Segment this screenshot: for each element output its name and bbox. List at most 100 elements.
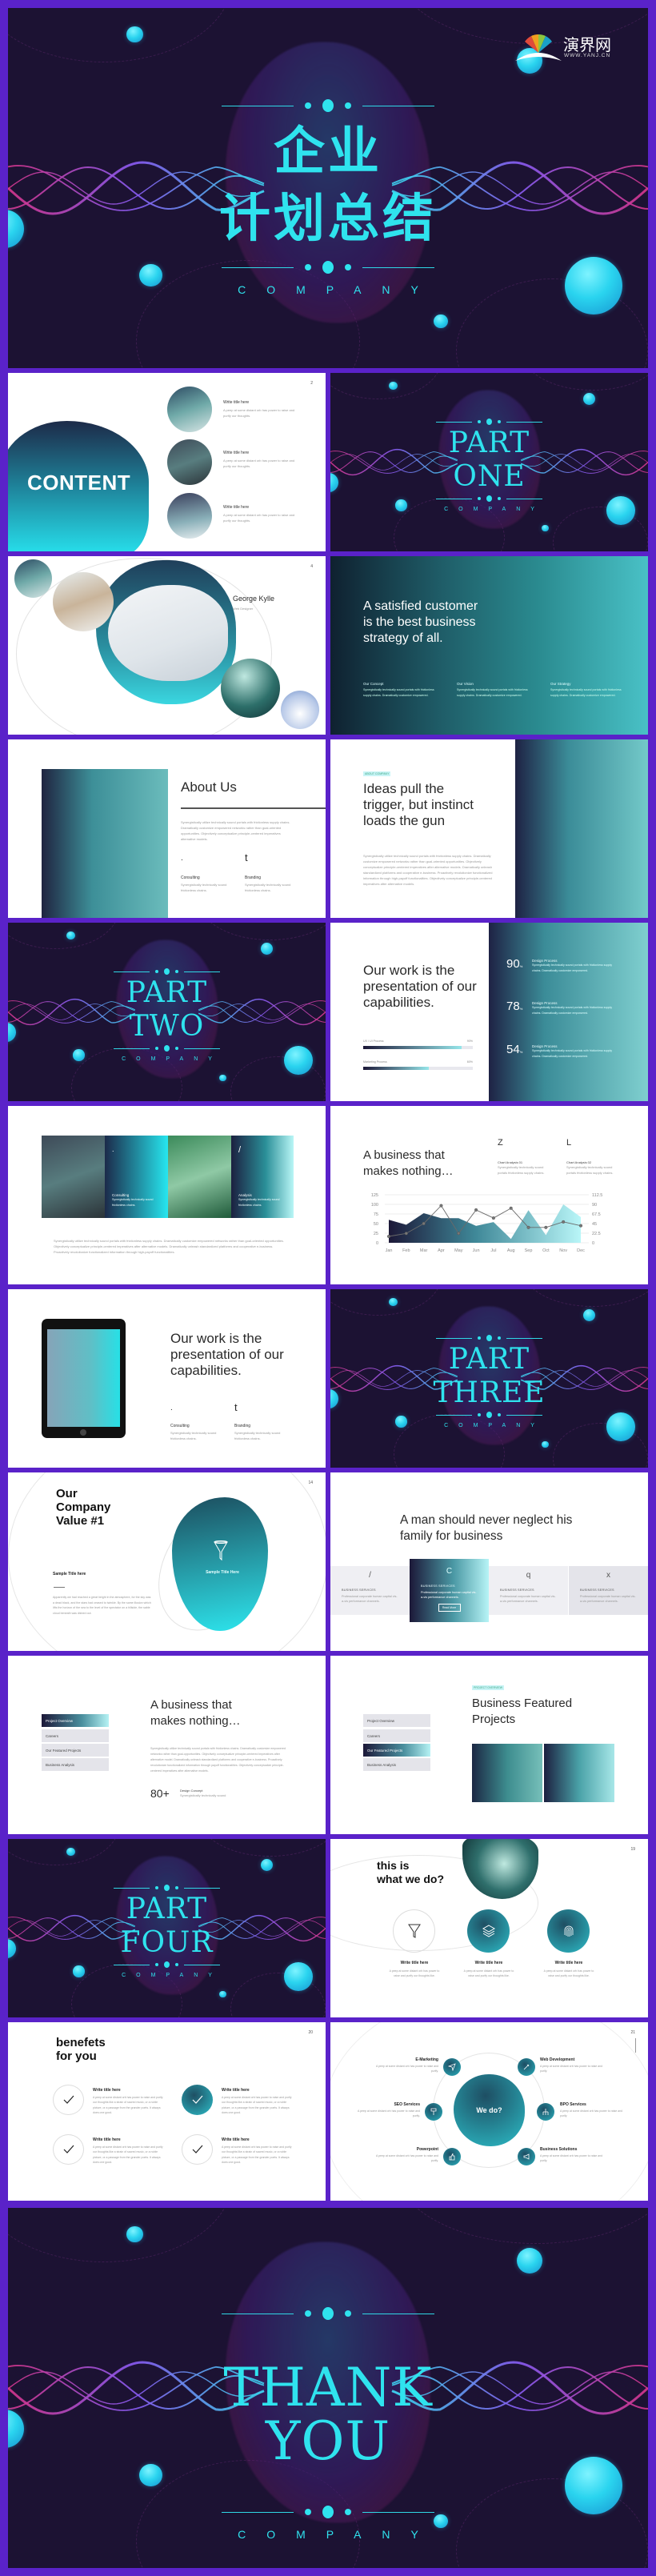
service-item: Business Solutions A peep at some distant… xyxy=(540,2147,604,2163)
we-do-slide: We do? 21 E-Marketing A peep at some dist… xyxy=(330,2022,648,2201)
x-tick-label: Oct xyxy=(542,1248,550,1253)
item-text: A peep at some distant orb has power to … xyxy=(375,2065,438,2073)
menu-item-careers[interactable]: Careers xyxy=(42,1729,109,1742)
cover-title-block: 企业 计划总结 COMPANY xyxy=(8,96,648,296)
item-text: A peep at some distant orb has power to … xyxy=(543,1969,594,1977)
right-tick-label: 112.5 xyxy=(592,1193,602,1198)
left-tick-label: 50 xyxy=(374,1222,378,1227)
combo-chart: 0 0 25 22.5 50 45 75 67.5 100 90 125 112.5 Jan Feb Mar… xyxy=(371,1193,603,1253)
stat-text: Synergistically technically sound portal… xyxy=(532,1006,613,1015)
ornament-top xyxy=(8,96,648,115)
branding-icon: t xyxy=(245,851,248,863)
left-tick-label: 75 xyxy=(374,1212,378,1217)
service-card[interactable]: / BUSINESS SERVICES Professional corporate… xyxy=(330,1566,410,1615)
stat-text: Synergistically technically sound xyxy=(180,1793,226,1797)
menu-item-project-overview[interactable]: Project Overview xyxy=(363,1714,430,1727)
stat-value: 80+ xyxy=(150,1787,170,1800)
part-one-slide: PART ONE COMPANY xyxy=(330,373,648,551)
item-text: Synergistically technically sound fricti… xyxy=(234,1431,281,1440)
item-text: A peep at some distant orb has power to … xyxy=(540,2154,603,2162)
analysis-icon: / xyxy=(238,1145,242,1155)
read-more-button[interactable]: Read More xyxy=(438,1604,461,1612)
megaphone-icon xyxy=(518,2148,535,2165)
paint-roller-icon xyxy=(425,2103,442,2121)
quote-slide: A satisfied customer is the best busines… xyxy=(330,556,648,735)
page-number: 21 xyxy=(630,2030,635,2035)
bubble xyxy=(542,1440,549,1448)
item-title: Write title here xyxy=(400,1961,429,1965)
bubble xyxy=(542,524,549,532)
menu-item-business-analysis[interactable]: Business Analysis xyxy=(42,1758,109,1771)
card-title: BUSINESS SERVICES xyxy=(500,1588,534,1592)
service-item: E-Marketing A peep at some distant orb ha… xyxy=(374,2057,438,2073)
item-text: A peep at some distant orb has power to … xyxy=(93,2145,163,2164)
x-tick-label: Jun xyxy=(473,1248,480,1253)
analysis-item: Z Chart Analysis 01 Synergistically techni… xyxy=(498,1138,554,1176)
bubble xyxy=(126,2225,143,2243)
logo-url: WWW.YANJ.CN xyxy=(564,53,611,58)
page-number: 20 xyxy=(308,2030,313,2035)
photo xyxy=(515,739,648,918)
menu-item-business-analysis[interactable]: Business Analysis xyxy=(363,1758,430,1771)
branding-icon: t xyxy=(234,1401,238,1413)
value-body: Apparently we had reached a great height… xyxy=(53,1596,151,1615)
logo-text: 演界网 xyxy=(563,35,611,54)
photo xyxy=(53,572,114,631)
photo xyxy=(221,659,280,718)
gallery-body: Synergistically utilize technically soun… xyxy=(54,1239,284,1254)
logo-fan-icon xyxy=(515,34,562,61)
project-photo[interactable] xyxy=(544,1744,614,1802)
thanks-line1: THANK xyxy=(223,2357,433,2418)
part-subtitle: COMPANY xyxy=(122,1973,222,1978)
menu-item-featured-projects[interactable]: Our Featured Projects xyxy=(42,1744,109,1757)
item-text: A peep at some distant orb has power to … xyxy=(463,1969,514,1977)
item-text: A peep at some distant orb has power to … xyxy=(389,1969,440,1977)
list-item: Write title here A peep at some distant o… xyxy=(223,505,295,523)
cover-slide: 演界网 WWW.YANJ.CN 企业 计划总结 COMPANY xyxy=(8,8,648,368)
ornament-top xyxy=(330,1333,648,1343)
right-tick-label: 45 xyxy=(592,1222,597,1227)
stat-unit: % xyxy=(519,1050,523,1054)
menu-slide-title: A business that makes nothing… xyxy=(150,1698,241,1728)
thanks-line2: YOU xyxy=(265,2410,391,2472)
x-tick-label: Jul xyxy=(490,1248,496,1253)
service-card[interactable]: q BUSINESS SERVICES Professional corporate… xyxy=(489,1566,568,1615)
project-photo[interactable] xyxy=(472,1744,542,1802)
service-card[interactable]: x BUSINESS SERVICES Professional corporate… xyxy=(569,1566,648,1615)
ornament-top xyxy=(8,967,326,976)
x-tick-label: Mar xyxy=(420,1248,428,1253)
part-label: PART xyxy=(126,1893,208,1925)
part-two-slide: PART TWO COMPANY xyxy=(8,923,326,1101)
menu-item-featured-projects[interactable]: Our Featured Projects xyxy=(363,1744,430,1757)
line-point xyxy=(509,1206,513,1210)
ideas-slide: ABOUT COMPANY Ideas pull the trigger, bu… xyxy=(330,739,648,918)
thank-you-slide: THANK YOU COMPANY xyxy=(8,2208,648,2568)
check-icon xyxy=(182,2085,213,2115)
service-icon: q xyxy=(526,1571,531,1580)
about-body: Synergistically utilize technically soun… xyxy=(181,820,290,841)
ornament-bottom xyxy=(8,1044,326,1053)
services-slide: A man should never neglect his family fo… xyxy=(330,1472,648,1651)
analysis-item: L Chart Analysis 02 Synergistically techni… xyxy=(566,1138,622,1176)
line-point xyxy=(439,1204,443,1208)
panel-consulting: . Consulting Synergistically technically … xyxy=(105,1136,168,1218)
column-title: Our Strategy xyxy=(550,682,571,686)
item-text: A peep at some distant orb has power to … xyxy=(222,2096,292,2114)
section-tag: PROJECT OVERVIEW xyxy=(472,1685,505,1690)
menu-item-careers[interactable]: Careers xyxy=(363,1729,430,1742)
hierarchy-icon xyxy=(537,2103,554,2121)
services-title: A man should never neglect his family fo… xyxy=(400,1513,573,1543)
quote-text: A satisfied customer is the best busines… xyxy=(363,599,478,645)
column-strategy: Our Strategy Synergistically technically … xyxy=(550,682,630,699)
part-number: ONE xyxy=(453,460,526,493)
service-card-active[interactable]: C BUSINESS SERVICES Professional corpora… xyxy=(410,1559,489,1622)
divider xyxy=(181,807,326,809)
line-point xyxy=(578,1224,583,1228)
line-point xyxy=(491,1216,495,1220)
x-tick-label: May xyxy=(454,1248,463,1253)
column-text: Synergistically technically sound portal… xyxy=(457,688,528,697)
item-title: Write title here xyxy=(223,451,250,455)
part-title-block: PART TWO COMPANY xyxy=(8,967,326,1062)
menu-item-project-overview[interactable]: Project Overview xyxy=(42,1714,109,1727)
x-tick-label: Jan xyxy=(386,1248,393,1253)
